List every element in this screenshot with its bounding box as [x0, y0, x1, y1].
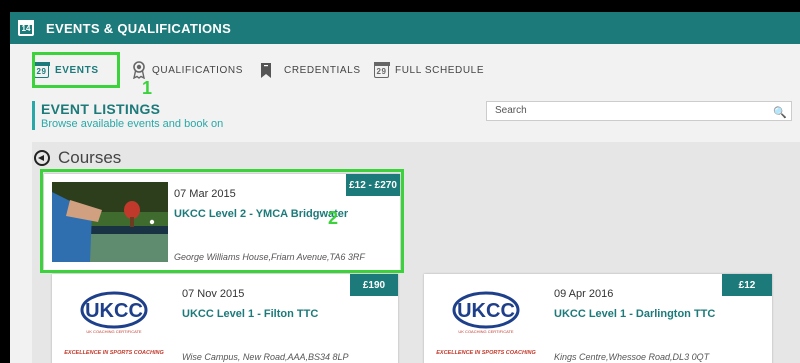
event-location: Kings Centre,Whessoe Road,DL3 0QT — [554, 352, 710, 362]
tab-bar: 29 EVENTS QUALIFICATIONS CREDENTIALS 29 … — [10, 54, 800, 88]
courses-title: Courses — [58, 148, 122, 167]
tab-label: EVENTS — [55, 64, 99, 76]
header-bar: 14 EVENTS & QUALIFICATIONS — [10, 12, 800, 44]
svg-text:UK COACHING CERTIFICATE: UK COACHING CERTIFICATE — [458, 329, 514, 334]
svg-text:UKCC: UKCC — [457, 300, 515, 322]
event-listings-header: EVENT LISTINGS Browse available events a… — [32, 101, 223, 130]
tab-label: FULL SCHEDULE — [395, 64, 485, 76]
event-card[interactable]: UKCC UK COACHING CERTIFICATE EXCELLENCE … — [52, 274, 398, 363]
svg-text:EXCELLENCE IN SPORTS COACHING: EXCELLENCE IN SPORTS COACHING — [436, 350, 536, 356]
price-badge: £12 — [722, 274, 772, 296]
price-badge: £12 - £270 — [346, 174, 400, 196]
search-input[interactable]: Search 🔍 — [486, 101, 792, 121]
tab-events[interactable]: 29 EVENTS — [33, 54, 99, 86]
search-placeholder: Search — [495, 105, 527, 116]
ukcc-logo: UKCC UK COACHING CERTIFICATE EXCELLENCE … — [62, 288, 172, 358]
ukcc-logo: UKCC UK COACHING CERTIFICATE EXCELLENCE … — [434, 288, 544, 358]
tab-label: QUALIFICATIONS — [152, 64, 244, 76]
event-location: Wise Campus, New Road,AAA,BS34 8LP — [182, 352, 349, 362]
svg-text:UK COACHING CERTIFICATE: UK COACHING CERTIFICATE — [86, 329, 142, 334]
app-frame: 14 EVENTS & QUALIFICATIONS 29 EVENTS QUA… — [10, 12, 800, 363]
annotation-number-2: 2 — [328, 208, 339, 228]
event-location: George Williams House,Friarn Avenue,TA6 … — [174, 252, 365, 262]
event-title[interactable]: UKCC Level 1 - Filton TTC — [182, 308, 318, 320]
svg-text:EXCELLENCE IN SPORTS COACHING: EXCELLENCE IN SPORTS COACHING — [64, 350, 164, 356]
event-date: 07 Mar 2015 — [174, 188, 236, 200]
tab-credentials[interactable]: CREDENTIALS — [260, 54, 361, 86]
event-card[interactable]: 07 Mar 2015 UKCC Level 2 - YMCA Bridgwat… — [44, 174, 400, 270]
listings-subtitle: Browse available events and book on — [41, 118, 224, 130]
event-title[interactable]: UKCC Level 1 - Darlington TTC — [554, 308, 715, 320]
calendar-icon: 14 — [18, 20, 34, 36]
bookmark-icon — [261, 62, 271, 78]
event-photo — [52, 182, 168, 262]
event-title[interactable]: UKCC Level 2 - YMCA Bridgwater — [174, 208, 348, 220]
page-title: EVENTS & QUALIFICATIONS — [46, 20, 232, 36]
event-card[interactable]: UKCC UK COACHING CERTIFICATE EXCELLENCE … — [424, 274, 772, 363]
tab-label: CREDENTIALS — [284, 64, 361, 76]
price-badge: £190 — [350, 274, 398, 296]
courses-heading: Courses — [34, 148, 121, 168]
event-date: 09 Apr 2016 — [554, 288, 614, 300]
svg-text:UKCC: UKCC — [85, 300, 143, 322]
calendar-icon: 29 — [33, 62, 50, 78]
tab-full-schedule[interactable]: 29 FULL SCHEDULE — [373, 54, 485, 86]
back-arrow-icon[interactable] — [34, 150, 50, 166]
calendar-icon: 29 — [373, 62, 390, 78]
search-icon[interactable]: 🔍 — [773, 104, 787, 122]
award-icon — [133, 61, 145, 79]
annotation-number-1: 1 — [142, 78, 153, 98]
event-date: 07 Nov 2015 — [182, 288, 245, 300]
listings-title: EVENT LISTINGS — [41, 101, 161, 117]
